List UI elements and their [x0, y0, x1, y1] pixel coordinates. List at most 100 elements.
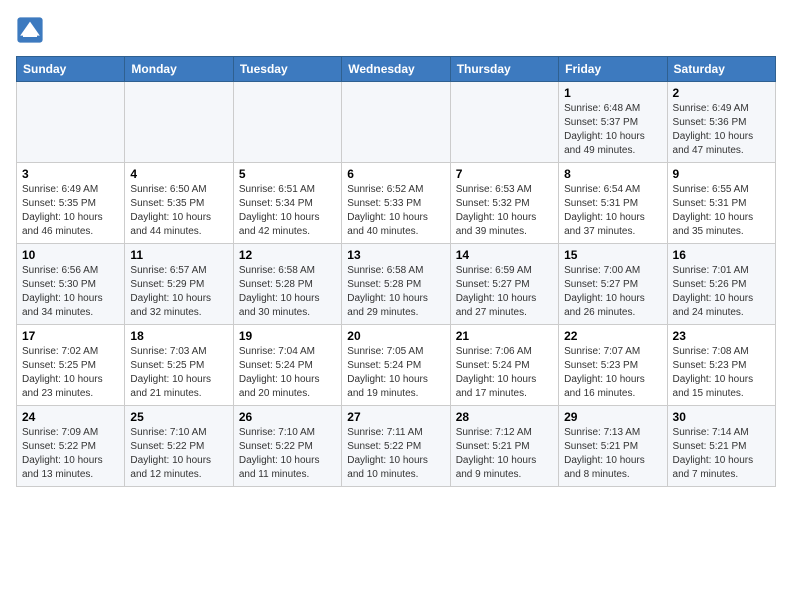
calendar-cell: 27 Sunrise: 7:11 AM Sunset: 5:22 PM Dayli…: [342, 406, 450, 487]
day-info: Sunrise: 7:12 AM Sunset: 5:21 PM Dayligh…: [456, 426, 553, 482]
calendar-row-5: 24 Sunrise: 7:09 AM Sunset: 5:22 PM Dayli…: [17, 406, 776, 487]
day-number: 21: [456, 329, 553, 343]
day-number: 23: [673, 329, 770, 343]
day-info: Sunrise: 6:52 AM Sunset: 5:33 PM Dayligh…: [347, 183, 444, 239]
day-number: 27: [347, 410, 444, 424]
calendar-cell: 16Sunrise: 7:01 AM Sunset: 5:26 PM Dayli…: [667, 244, 775, 325]
calendar-cell: [17, 82, 125, 163]
day-info: Sunrise: 7:09 AM Sunset: 5:22 PM Dayligh…: [22, 426, 119, 482]
calendar-row-4: 17 Sunrise: 7:02 AM Sunset: 5:25 PM Dayli…: [17, 325, 776, 406]
day-info: Sunrise: 7:07 AM Sunset: 5:23 PM Dayligh…: [564, 345, 661, 401]
day-info: Sunrise: 7:13 AM Sunset: 5:21 PM Dayligh…: [564, 426, 661, 482]
weekday-header-wednesday: Wednesday: [342, 57, 450, 82]
day-info: Sunrise: 6:50 AM Sunset: 5:35 PM Dayligh…: [130, 183, 227, 239]
day-info: Sunrise: 6:49 AM Sunset: 5:35 PM Dayligh…: [22, 183, 119, 239]
day-info: Sunrise: 7:02 AM Sunset: 5:25 PM Dayligh…: [22, 345, 119, 401]
day-info: Sunrise: 6:59 AM Sunset: 5:27 PM Dayligh…: [456, 264, 553, 320]
day-number: 6: [347, 167, 444, 181]
calendar-row-1: 1 Sunrise: 6:48 AM Sunset: 5:37 PM Daylig…: [17, 82, 776, 163]
calendar-cell: [342, 82, 450, 163]
day-info: Sunrise: 6:49 AM Sunset: 5:36 PM Dayligh…: [673, 102, 770, 158]
calendar-cell: 15 Sunrise: 7:00 AM Sunset: 5:27 PM Dayli…: [559, 244, 667, 325]
weekday-header-tuesday: Tuesday: [233, 57, 341, 82]
weekday-header-monday: Monday: [125, 57, 233, 82]
weekday-header-saturday: Saturday: [667, 57, 775, 82]
calendar-cell: 18Sunrise: 7:03 AM Sunset: 5:25 PM Dayli…: [125, 325, 233, 406]
day-info: Sunrise: 6:56 AM Sunset: 5:30 PM Dayligh…: [22, 264, 119, 320]
day-number: 9: [673, 167, 770, 181]
calendar-cell: 13 Sunrise: 6:58 AM Sunset: 5:28 PM Dayli…: [342, 244, 450, 325]
day-number: 10: [22, 248, 119, 262]
calendar-cell: 14 Sunrise: 6:59 AM Sunset: 5:27 PM Dayli…: [450, 244, 558, 325]
logo: [16, 16, 48, 44]
calendar-cell: 20Sunrise: 7:05 AM Sunset: 5:24 PM Dayli…: [342, 325, 450, 406]
day-info: Sunrise: 6:58 AM Sunset: 5:28 PM Dayligh…: [239, 264, 336, 320]
day-number: 24: [22, 410, 119, 424]
day-number: 14: [456, 248, 553, 262]
day-number: 26: [239, 410, 336, 424]
day-number: 8: [564, 167, 661, 181]
calendar-cell: 10 Sunrise: 6:56 AM Sunset: 5:30 PM Dayli…: [17, 244, 125, 325]
day-info: Sunrise: 7:03 AM Sunset: 5:25 PM Dayligh…: [130, 345, 227, 401]
day-info: Sunrise: 6:51 AM Sunset: 5:34 PM Dayligh…: [239, 183, 336, 239]
day-number: 20: [347, 329, 444, 343]
calendar-row-2: 3Sunrise: 6:49 AM Sunset: 5:35 PM Daylig…: [17, 163, 776, 244]
calendar-row-3: 10 Sunrise: 6:56 AM Sunset: 5:30 PM Dayli…: [17, 244, 776, 325]
day-number: 11: [130, 248, 227, 262]
calendar-cell: 19Sunrise: 7:04 AM Sunset: 5:24 PM Dayli…: [233, 325, 341, 406]
day-info: Sunrise: 7:14 AM Sunset: 5:21 PM Dayligh…: [673, 426, 770, 482]
calendar-cell: 28 Sunrise: 7:12 AM Sunset: 5:21 PM Dayli…: [450, 406, 558, 487]
weekday-header-row: SundayMondayTuesdayWednesdayThursdayFrid…: [17, 57, 776, 82]
calendar-cell: [125, 82, 233, 163]
calendar-cell: 9 Sunrise: 6:55 AM Sunset: 5:31 PM Daylig…: [667, 163, 775, 244]
day-info: Sunrise: 7:00 AM Sunset: 5:27 PM Dayligh…: [564, 264, 661, 320]
day-info: Sunrise: 6:48 AM Sunset: 5:37 PM Dayligh…: [564, 102, 661, 158]
day-info: Sunrise: 7:11 AM Sunset: 5:22 PM Dayligh…: [347, 426, 444, 482]
calendar-cell: 11 Sunrise: 6:57 AM Sunset: 5:29 PM Dayli…: [125, 244, 233, 325]
calendar-cell: 29 Sunrise: 7:13 AM Sunset: 5:21 PM Dayli…: [559, 406, 667, 487]
day-number: 15: [564, 248, 661, 262]
day-number: 22: [564, 329, 661, 343]
calendar-cell: 5Sunrise: 6:51 AM Sunset: 5:34 PM Daylig…: [233, 163, 341, 244]
day-number: 13: [347, 248, 444, 262]
calendar-cell: [450, 82, 558, 163]
day-number: 12: [239, 248, 336, 262]
day-number: 30: [673, 410, 770, 424]
calendar-cell: 1 Sunrise: 6:48 AM Sunset: 5:37 PM Daylig…: [559, 82, 667, 163]
calendar-cell: 4Sunrise: 6:50 AM Sunset: 5:35 PM Daylig…: [125, 163, 233, 244]
weekday-header-friday: Friday: [559, 57, 667, 82]
calendar-cell: 30 Sunrise: 7:14 AM Sunset: 5:21 PM Dayli…: [667, 406, 775, 487]
calendar-cell: 12 Sunrise: 6:58 AM Sunset: 5:28 PM Dayli…: [233, 244, 341, 325]
day-info: Sunrise: 7:06 AM Sunset: 5:24 PM Dayligh…: [456, 345, 553, 401]
calendar-cell: 6 Sunrise: 6:52 AM Sunset: 5:33 PM Daylig…: [342, 163, 450, 244]
calendar-cell: 25 Sunrise: 7:10 AM Sunset: 5:22 PM Dayli…: [125, 406, 233, 487]
page-header: [16, 16, 776, 44]
day-number: 28: [456, 410, 553, 424]
calendar-table: SundayMondayTuesdayWednesdayThursdayFrid…: [16, 56, 776, 487]
day-info: Sunrise: 6:58 AM Sunset: 5:28 PM Dayligh…: [347, 264, 444, 320]
day-number: 17: [22, 329, 119, 343]
day-info: Sunrise: 7:10 AM Sunset: 5:22 PM Dayligh…: [130, 426, 227, 482]
calendar-cell: 8Sunrise: 6:54 AM Sunset: 5:31 PM Daylig…: [559, 163, 667, 244]
day-number: 25: [130, 410, 227, 424]
calendar-cell: 24 Sunrise: 7:09 AM Sunset: 5:22 PM Dayli…: [17, 406, 125, 487]
calendar-cell: 2 Sunrise: 6:49 AM Sunset: 5:36 PM Daylig…: [667, 82, 775, 163]
day-info: Sunrise: 6:57 AM Sunset: 5:29 PM Dayligh…: [130, 264, 227, 320]
day-info: Sunrise: 7:10 AM Sunset: 5:22 PM Dayligh…: [239, 426, 336, 482]
calendar-cell: 7Sunrise: 6:53 AM Sunset: 5:32 PM Daylig…: [450, 163, 558, 244]
weekday-header-thursday: Thursday: [450, 57, 558, 82]
day-number: 1: [564, 86, 661, 100]
day-number: 29: [564, 410, 661, 424]
day-info: Sunrise: 7:04 AM Sunset: 5:24 PM Dayligh…: [239, 345, 336, 401]
day-info: Sunrise: 7:08 AM Sunset: 5:23 PM Dayligh…: [673, 345, 770, 401]
calendar-cell: 21 Sunrise: 7:06 AM Sunset: 5:24 PM Dayli…: [450, 325, 558, 406]
calendar-cell: 26 Sunrise: 7:10 AM Sunset: 5:22 PM Dayli…: [233, 406, 341, 487]
day-info: Sunrise: 7:01 AM Sunset: 5:26 PM Dayligh…: [673, 264, 770, 320]
calendar-cell: 22 Sunrise: 7:07 AM Sunset: 5:23 PM Dayli…: [559, 325, 667, 406]
calendar-cell: [233, 82, 341, 163]
calendar-cell: 17 Sunrise: 7:02 AM Sunset: 5:25 PM Dayli…: [17, 325, 125, 406]
calendar-cell: 23 Sunrise: 7:08 AM Sunset: 5:23 PM Dayli…: [667, 325, 775, 406]
day-info: Sunrise: 6:53 AM Sunset: 5:32 PM Dayligh…: [456, 183, 553, 239]
day-number: 2: [673, 86, 770, 100]
day-info: Sunrise: 6:55 AM Sunset: 5:31 PM Dayligh…: [673, 183, 770, 239]
